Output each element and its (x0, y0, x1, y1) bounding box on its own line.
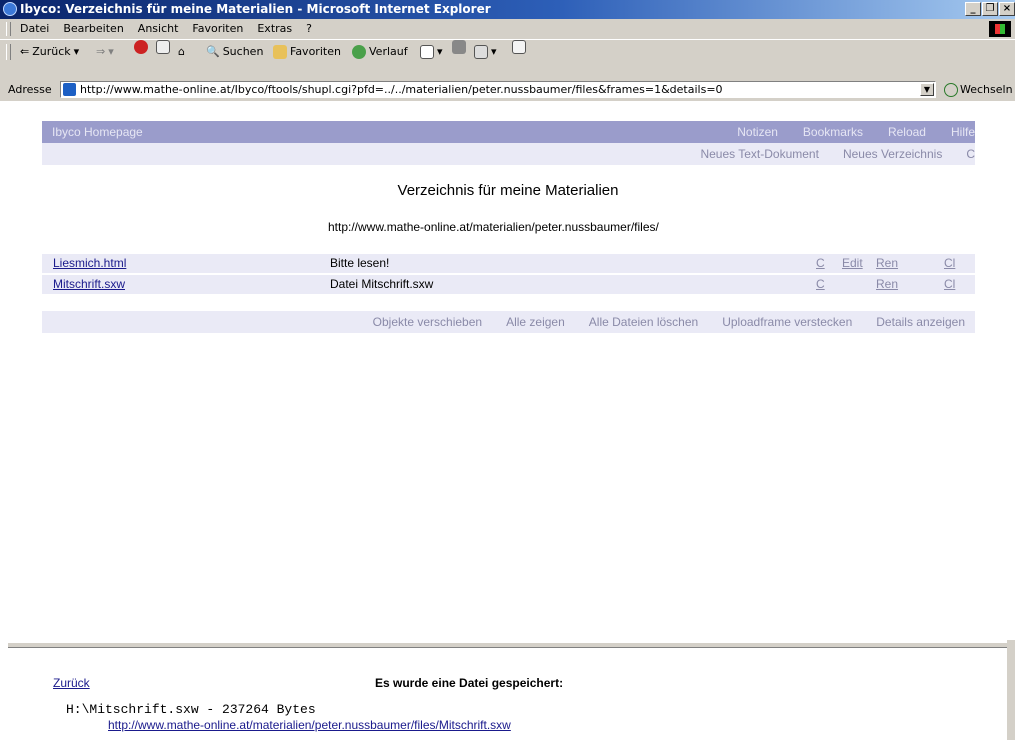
new-text-document-link[interactable]: Neues Text-Dokument (700, 143, 819, 165)
standard-toolbar: ⇐ Zurück ▾ ⇒ ▾ ⌂ 🔍 Suchen Favoriten Verl… (0, 40, 1015, 65)
mail-dropdown-icon: ▾ (437, 45, 443, 58)
back-arrow-icon: ⇐ (20, 45, 30, 58)
address-label: Adresse (8, 83, 52, 96)
top-nav: Ibyco Homepage Notizen Bookmarks Reload … (42, 121, 975, 143)
page-title: Verzeichnis für meine Materialien (397, 182, 619, 199)
menu-extras[interactable]: Extras (257, 19, 292, 39)
mail-button[interactable]: ▾ (420, 40, 443, 64)
page-icon (63, 83, 76, 96)
back-label: Zurück (32, 45, 71, 58)
home-icon: ⌂ (178, 45, 185, 58)
menu-help[interactable]: ? (306, 19, 312, 39)
history-icon (352, 45, 366, 59)
file-row: Liesmich.html Bitte lesen! C Edit Ren Cl (42, 254, 975, 273)
favorites-label: Favoriten (290, 45, 341, 58)
address-url: http://www.mathe-online.at/Ibyco/ftools/… (80, 83, 723, 96)
restore-button[interactable]: ❐ (982, 2, 998, 16)
search-label: Suchen (222, 45, 264, 58)
menu-gripper (6, 22, 11, 36)
toolbar-gripper (6, 44, 11, 60)
refresh-icon (156, 40, 170, 54)
window-title: Ibyco: Verzeichnis für meine Materialien… (20, 2, 491, 16)
address-dropdown-icon[interactable]: ▼ (920, 83, 934, 96)
minimize-button[interactable]: _ (965, 2, 981, 16)
nav-bookmarks-link[interactable]: Bookmarks (803, 121, 863, 143)
delete-link[interactable]: Cl (944, 254, 955, 273)
nav-notizen-link[interactable]: Notizen (737, 121, 778, 143)
edit-button[interactable]: ▾ (474, 40, 497, 64)
go-label: Wechseln zu (960, 83, 1015, 96)
window-controls: _ ❐ × (965, 2, 1015, 16)
file-description: Datei Mitschrift.sxw (330, 277, 434, 291)
saved-file-info: H:\Mitschrift.sxw - 237264 Bytes (66, 702, 316, 717)
refresh-button[interactable] (156, 40, 170, 54)
move-objects-link[interactable]: Objekte verschieben (373, 311, 482, 333)
back-dropdown-icon: ▾ (73, 45, 80, 58)
page-content: Ibyco Homepage Notizen Bookmarks Reload … (8, 104, 1015, 740)
show-all-link[interactable]: Alle zeigen (506, 311, 565, 333)
new-directory-link[interactable]: Neues Verzeichnis (843, 143, 942, 165)
ie-icon (3, 2, 17, 16)
delete-all-files-link[interactable]: Alle Dateien löschen (589, 311, 698, 333)
subnav-c-link[interactable]: C (966, 143, 975, 165)
go-arrow-icon (944, 83, 958, 97)
history-label: Verlauf (369, 45, 408, 58)
stop-icon (134, 40, 148, 54)
print-icon (452, 40, 466, 54)
frame-divider[interactable] (8, 642, 1015, 648)
discuss-button[interactable] (512, 40, 526, 54)
show-details-link[interactable]: Details anzeigen (876, 311, 965, 333)
discuss-icon (512, 40, 526, 54)
edit-link[interactable]: Edit (842, 254, 863, 273)
stop-button[interactable] (134, 40, 148, 54)
edit-icon (474, 45, 488, 59)
rename-link[interactable]: Ren (876, 275, 898, 294)
upload-message: Es wurde eine Datei gespeichert: (375, 676, 564, 690)
address-input[interactable]: http://www.mathe-online.at/Ibyco/ftools/… (60, 81, 936, 98)
menu-bar: Datei Bearbeiten Ansicht Favoriten Extra… (0, 19, 1015, 40)
close-button[interactable]: × (999, 2, 1015, 16)
history-button[interactable]: Verlauf (352, 40, 408, 64)
mail-icon (420, 45, 434, 59)
copy-link[interactable]: C (816, 275, 825, 294)
frame-scrollbar[interactable] (1007, 640, 1015, 740)
file-description: Bitte lesen! (330, 256, 390, 270)
title-bar: Ibyco: Verzeichnis für meine Materialien… (0, 0, 1015, 19)
go-button[interactable]: Wechseln zu (944, 79, 1015, 101)
menu-bearbeiten[interactable]: Bearbeiten (63, 19, 123, 39)
favorites-button[interactable]: Favoriten (273, 40, 341, 64)
forward-dropdown-icon: ▾ (108, 45, 114, 58)
menu-favoriten[interactable]: Favoriten (192, 19, 243, 39)
file-link-liesmich[interactable]: Liesmich.html (53, 254, 126, 273)
menu-ansicht[interactable]: Ansicht (138, 19, 179, 39)
back-button[interactable]: ⇐ Zurück ▾ (20, 40, 79, 64)
forward-button[interactable]: ⇒ ▾ (96, 40, 114, 64)
hide-uploadframe-link[interactable]: Uploadframe verstecken (722, 311, 852, 333)
directory-url: http://www.mathe-online.at/materialien/p… (328, 220, 659, 234)
edit-dropdown-icon: ▾ (491, 45, 497, 58)
home-button[interactable]: ⌂ (178, 40, 185, 64)
copy-link[interactable]: C (816, 254, 825, 273)
nav-reload-link[interactable]: Reload (888, 121, 926, 143)
delete-link[interactable]: Cl (944, 275, 955, 294)
back-link[interactable]: Zurück (53, 676, 90, 690)
file-row: Mitschrift.sxw Datei Mitschrift.sxw C Re… (42, 275, 975, 294)
nav-home-link[interactable]: Ibyco Homepage (52, 121, 143, 143)
rename-link[interactable]: Ren (876, 254, 898, 273)
toolbar-separator (0, 64, 1015, 80)
search-icon: 🔍 (206, 45, 220, 58)
search-button[interactable]: 🔍 Suchen (206, 40, 263, 64)
address-bar: Adresse http://www.mathe-online.at/Ibyco… (0, 79, 1015, 101)
windows-logo-icon (989, 21, 1011, 37)
saved-file-link[interactable]: http://www.mathe-online.at/materialien/p… (108, 718, 511, 732)
forward-arrow-icon: ⇒ (96, 45, 106, 58)
file-link-mitschrift[interactable]: Mitschrift.sxw (53, 275, 125, 294)
sub-nav: Neues Text-Dokument Neues Verzeichnis C (42, 143, 975, 165)
menu-datei[interactable]: Datei (20, 19, 49, 39)
action-bar: Objekte verschieben Alle zeigen Alle Dat… (42, 311, 975, 333)
nav-hilfe-link[interactable]: Hilfe (951, 121, 975, 143)
favorites-icon (273, 45, 287, 59)
print-button[interactable] (452, 40, 466, 54)
